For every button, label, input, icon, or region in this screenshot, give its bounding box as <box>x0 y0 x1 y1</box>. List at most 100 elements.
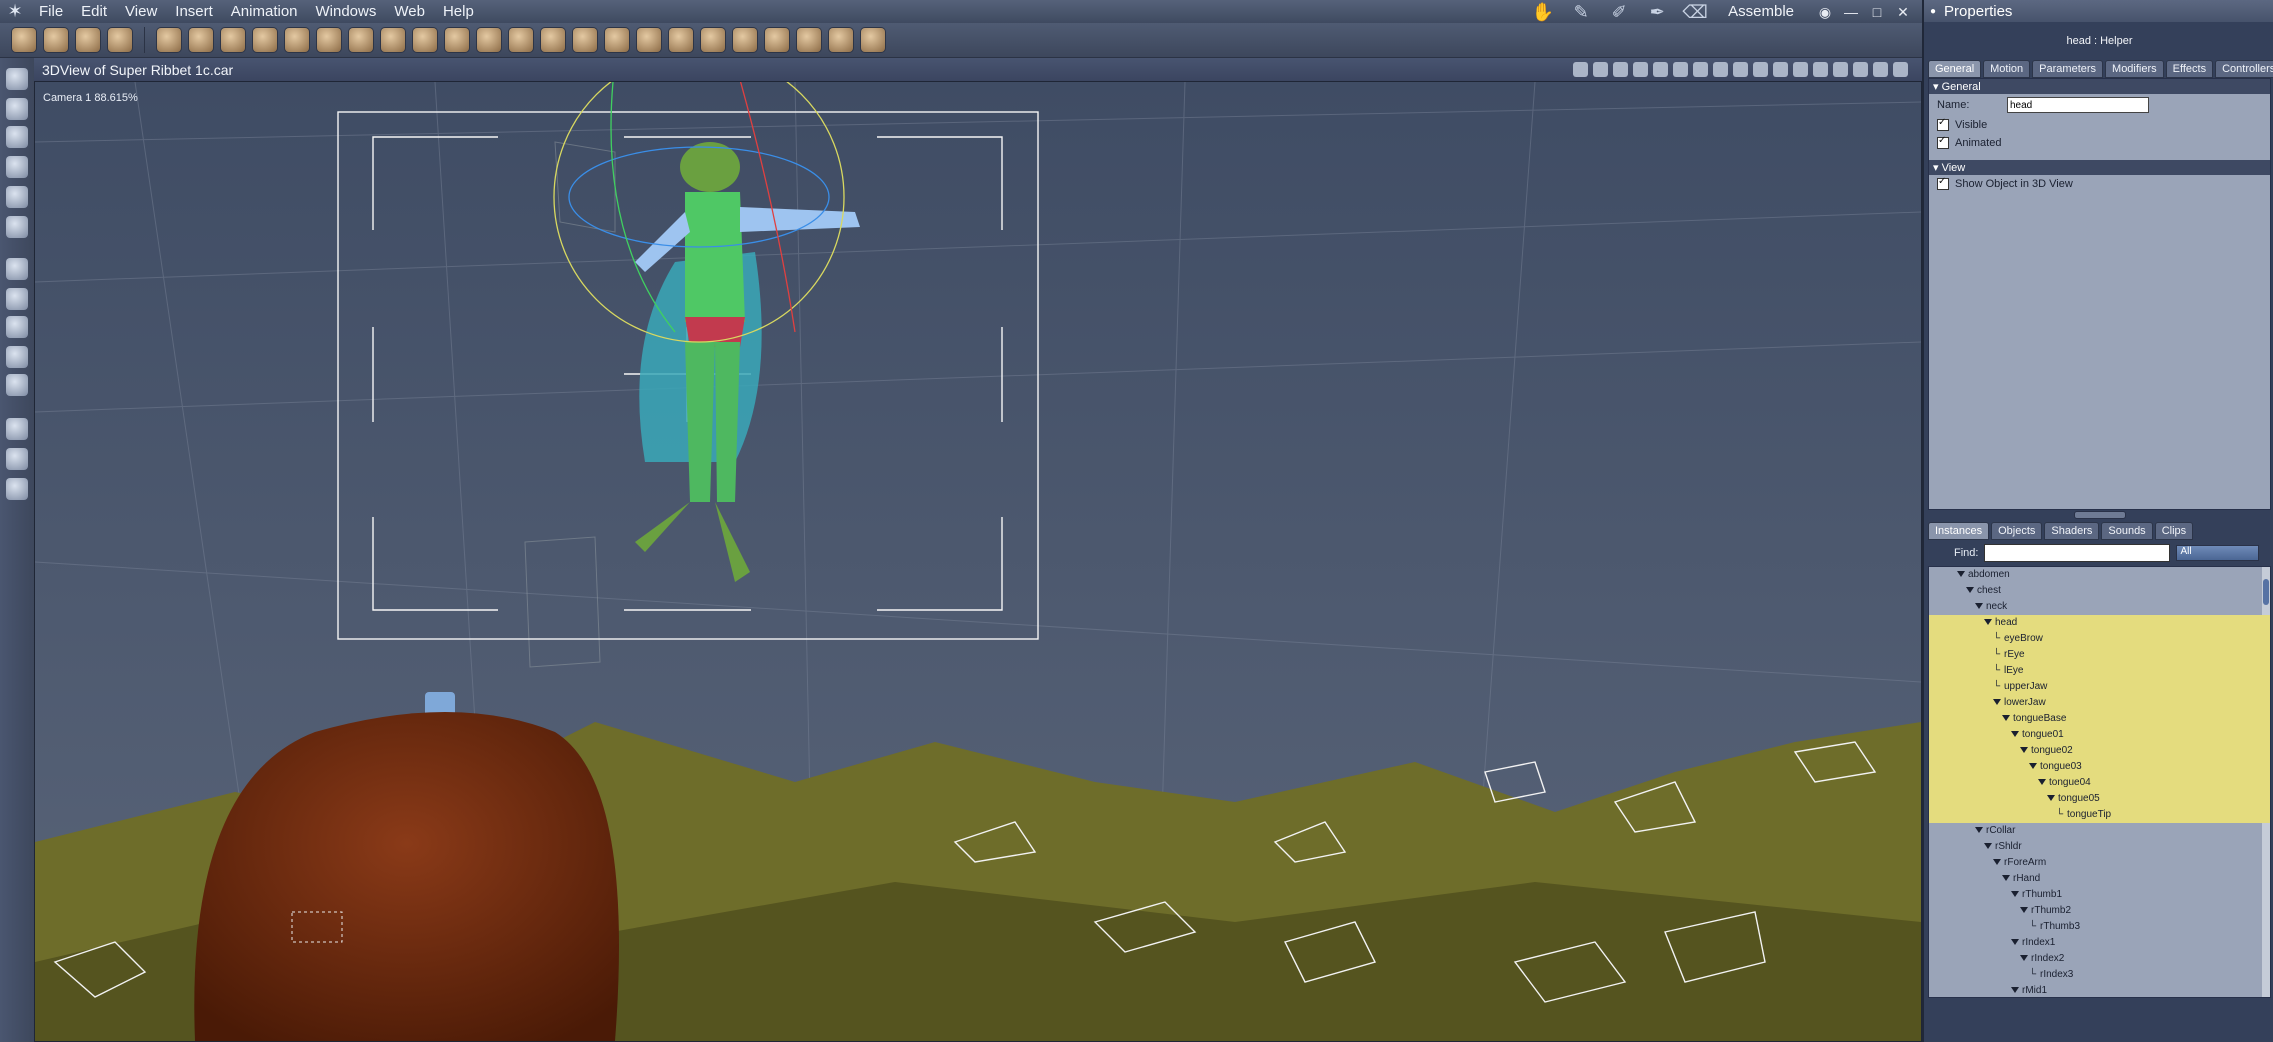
shield-alt-icon[interactable] <box>1753 62 1768 77</box>
tab-clips[interactable]: Clips <box>2154 522 2194 540</box>
select-arrow-icon[interactable] <box>6 68 28 90</box>
tree-row-rIndex1[interactable]: rIndex1 <box>1929 935 2270 951</box>
shaded-sphere-icon[interactable] <box>1873 62 1888 77</box>
expand-triangle-icon[interactable] <box>2011 987 2019 994</box>
splitter-handle[interactable] <box>2073 511 2126 519</box>
eraser-mode-icon[interactable]: ⌫ <box>1680 3 1710 21</box>
axis-icon[interactable] <box>1793 62 1808 77</box>
tab-motion[interactable]: Motion <box>1983 60 2031 78</box>
menu-insert[interactable]: Insert <box>166 3 222 20</box>
tree-row-rCollar[interactable]: rCollar <box>1929 823 2270 839</box>
tab-general[interactable]: General <box>1928 60 1982 78</box>
sphere-icon[interactable] <box>157 28 181 52</box>
text-icon[interactable] <box>317 28 341 52</box>
tree-row-rThumb1[interactable]: rThumb1 <box>1929 887 2270 903</box>
tree-row-tongueBase[interactable]: tongueBase <box>1929 711 2270 727</box>
expand-triangle-icon[interactable] <box>1957 571 1965 578</box>
grid-icon[interactable] <box>381 28 405 52</box>
expand-triangle-icon[interactable] <box>1984 843 1992 850</box>
view-section-header[interactable]: ▾ View <box>1929 160 2270 175</box>
find-input[interactable] <box>1984 544 2171 562</box>
two-view-icon[interactable] <box>1673 62 1688 77</box>
menu-windows[interactable]: Windows <box>307 3 386 20</box>
tab-shaders[interactable]: Shaders <box>2044 522 2100 540</box>
menu-file[interactable]: File <box>30 3 72 20</box>
tab-controllers[interactable]: Controllers <box>2215 60 2273 78</box>
bounds-icon[interactable] <box>1813 62 1828 77</box>
tree-row-rMid1[interactable]: rMid1 <box>1929 983 2270 997</box>
tree-row-tongue03[interactable]: tongue03 <box>1929 759 2270 775</box>
tree-row-rThumb2[interactable]: rThumb2 <box>1929 903 2270 919</box>
tree-row-lowerJaw[interactable]: lowerJaw <box>1929 695 2270 711</box>
geodesic-icon[interactable] <box>349 28 373 52</box>
move-icon[interactable] <box>6 288 28 310</box>
pen-icon[interactable] <box>6 186 28 208</box>
view-toggle-icon[interactable]: ◉ <box>1816 3 1834 21</box>
bowl-icon[interactable] <box>669 28 693 52</box>
bone-display-icon[interactable] <box>1573 62 1588 77</box>
globe-icon[interactable] <box>221 28 245 52</box>
light-icon[interactable] <box>733 28 757 52</box>
paint-tool-icon[interactable] <box>76 28 100 52</box>
disk-icon[interactable] <box>285 28 309 52</box>
bones-tool-icon[interactable] <box>44 28 68 52</box>
target-icon[interactable] <box>829 28 853 52</box>
tree-row-tongueTip[interactable]: └ tongueTip <box>1929 807 2270 823</box>
expand-triangle-icon[interactable] <box>1993 699 2001 706</box>
panel-splitter[interactable] <box>1924 510 2273 520</box>
solid-cube-icon[interactable] <box>1853 62 1868 77</box>
menu-animation[interactable]: Animation <box>222 3 307 20</box>
cylinder-icon[interactable] <box>189 28 213 52</box>
tree-row-tongue05[interactable]: tongue05 <box>1929 791 2270 807</box>
zoom-icon[interactable] <box>6 478 28 500</box>
tree-row-rForeArm[interactable]: rForeArm <box>1929 855 2270 871</box>
tab-objects[interactable]: Objects <box>1991 522 2043 540</box>
animated-checkbox[interactable] <box>1937 135 1949 149</box>
expand-triangle-icon[interactable] <box>1975 827 1983 834</box>
tree-row-tongue04[interactable]: tongue04 <box>1929 775 2270 791</box>
tab-instances[interactable]: Instances <box>1928 522 1990 540</box>
expand-triangle-icon[interactable] <box>2029 763 2037 770</box>
tree-row-tongue02[interactable]: tongue02 <box>1929 743 2270 759</box>
house-icon[interactable] <box>605 28 629 52</box>
tree-row-upperJaw[interactable]: └ upperJaw <box>1929 679 2270 695</box>
visible-checkbox[interactable] <box>1937 117 1949 131</box>
menu-edit[interactable]: Edit <box>72 3 116 20</box>
rotate-gizmo-icon[interactable] <box>6 346 28 368</box>
tree-row-rThumb3[interactable]: └ rThumb3 <box>1929 919 2270 935</box>
brush-mode-icon[interactable]: ✐ <box>1604 3 1634 21</box>
tree-row-rIndex2[interactable]: rIndex2 <box>1929 951 2270 967</box>
tree-row-neck[interactable]: neck <box>1929 599 2270 615</box>
null-icon[interactable] <box>797 28 821 52</box>
particles-icon[interactable] <box>541 28 565 52</box>
general-section-header[interactable]: ▾ General <box>1929 79 2270 94</box>
pan-hand-icon[interactable] <box>6 448 28 470</box>
edit-tool-icon[interactable] <box>12 28 36 52</box>
tab-sounds[interactable]: Sounds <box>2101 522 2153 540</box>
tree-row-abdomen[interactable]: abdomen <box>1929 567 2270 583</box>
expand-triangle-icon[interactable] <box>2011 731 2019 738</box>
expand-triangle-icon[interactable] <box>1984 619 1992 626</box>
translate-icon[interactable] <box>6 258 28 280</box>
single-view-icon[interactable] <box>1653 62 1668 77</box>
select-group-icon[interactable] <box>6 98 28 120</box>
tube-icon[interactable] <box>445 28 469 52</box>
menu-web[interactable]: Web <box>385 3 434 20</box>
expand-triangle-icon[interactable] <box>2011 939 2019 946</box>
render-sphere-icon[interactable] <box>1893 62 1908 77</box>
filter-select[interactable]: All <box>2176 545 2260 561</box>
rotate-icon[interactable] <box>6 156 28 178</box>
tree-row-lEye[interactable]: └ lEye <box>1929 663 2270 679</box>
app-logo-icon[interactable]: ✶ <box>0 0 30 23</box>
mode-label[interactable]: Assemble <box>1728 3 1794 20</box>
expand-triangle-icon[interactable] <box>2020 747 2028 754</box>
pillar-icon[interactable] <box>637 28 661 52</box>
pose-icon[interactable] <box>6 374 28 396</box>
rock-icon[interactable] <box>701 28 725 52</box>
tree-row-rHand[interactable]: rHand <box>1929 871 2270 887</box>
angle-icon[interactable] <box>1613 62 1628 77</box>
viewport-3d[interactable]: Camera 1 88.615% <box>34 81 1922 1042</box>
agt-icon[interactable] <box>573 28 597 52</box>
menu-view[interactable]: View <box>116 3 166 20</box>
wireframe-cube-icon[interactable] <box>1833 62 1848 77</box>
